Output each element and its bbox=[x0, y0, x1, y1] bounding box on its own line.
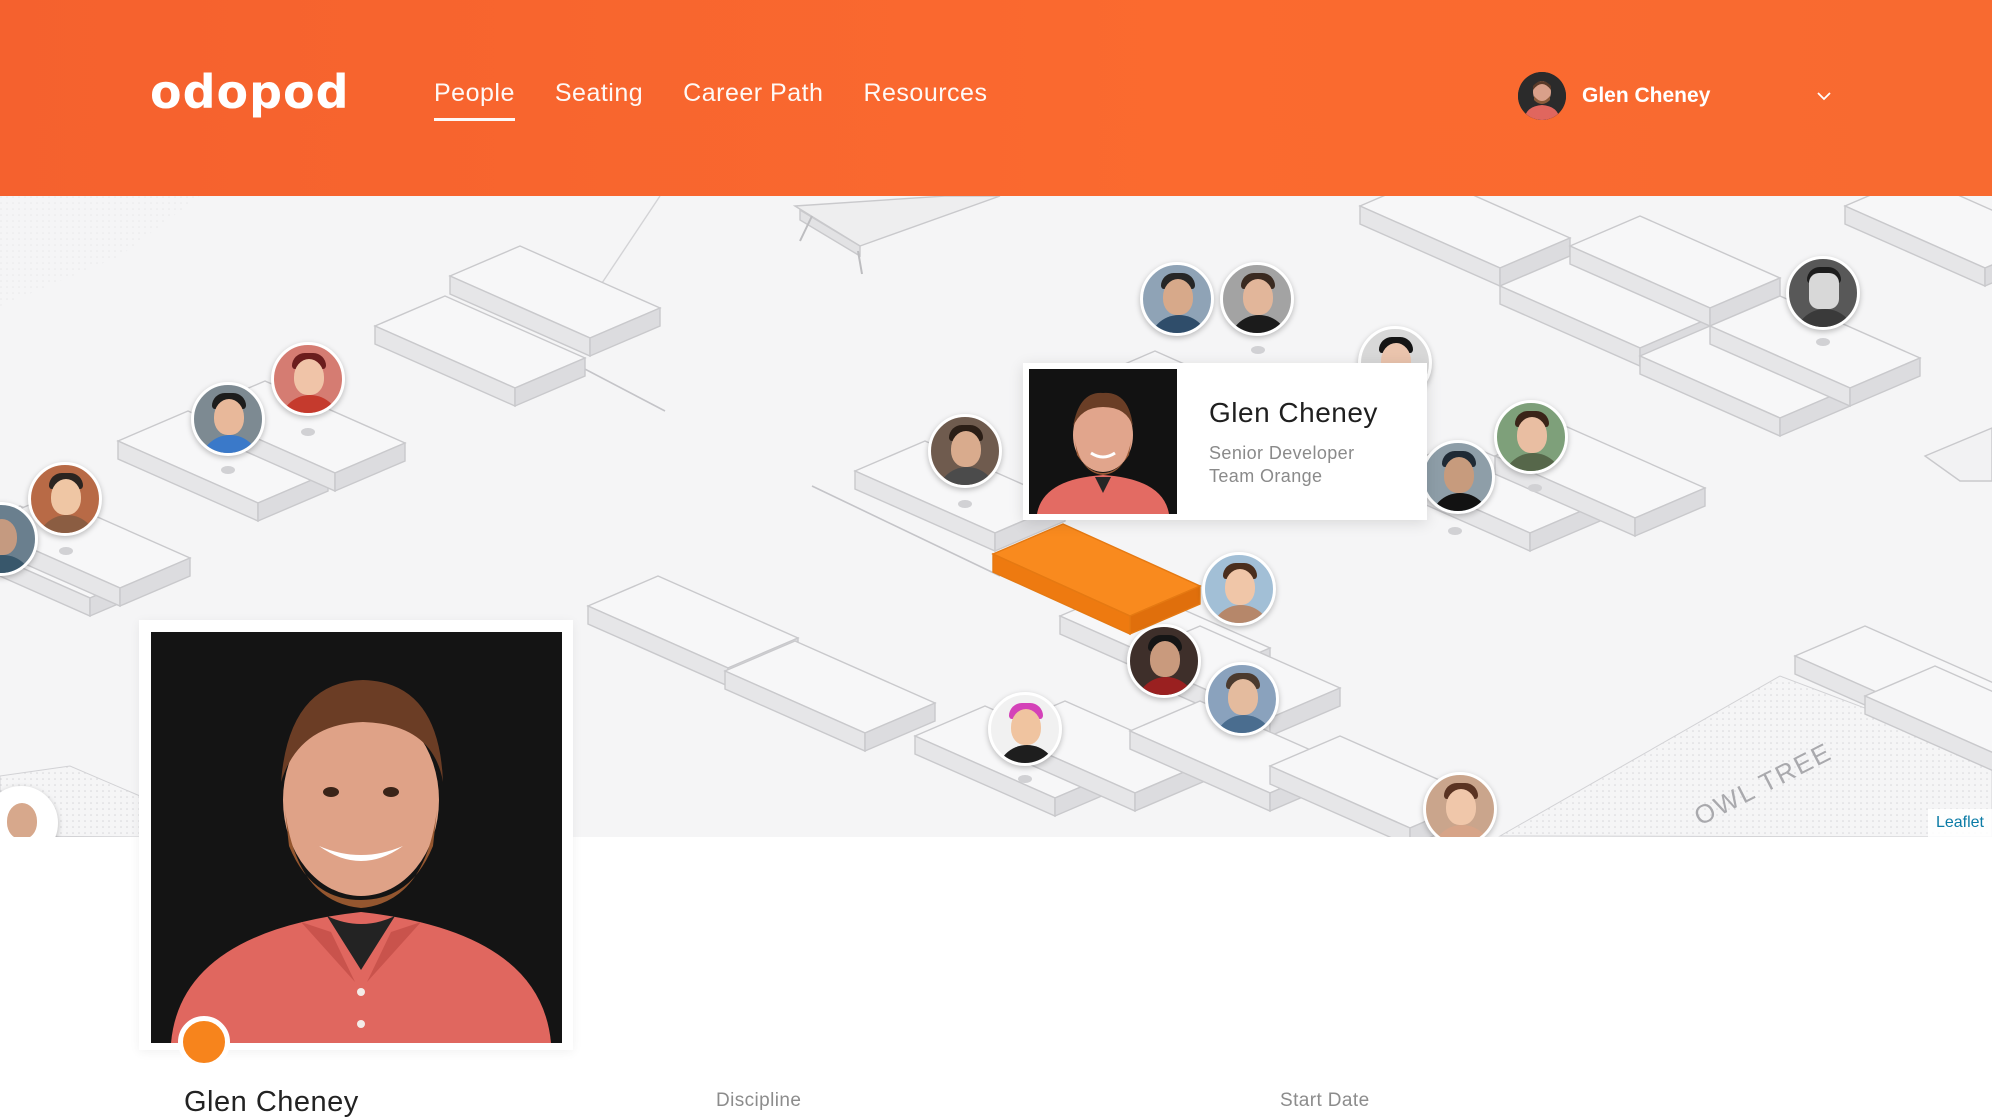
person-pin[interactable] bbox=[271, 342, 345, 416]
person-pin[interactable] bbox=[928, 414, 1002, 488]
nav-career-path[interactable]: Career Path bbox=[683, 76, 823, 121]
card-title: Senior Developer bbox=[1209, 443, 1355, 463]
person-pin[interactable] bbox=[191, 382, 265, 456]
profile-name: Glen Cheney bbox=[184, 1086, 359, 1118]
person-tooltip-card[interactable]: Glen Cheney Senior Developer Team Orange bbox=[1023, 363, 1427, 520]
person-pin[interactable] bbox=[1421, 440, 1495, 514]
person-pin[interactable] bbox=[1127, 624, 1201, 698]
nav-seating[interactable]: Seating bbox=[555, 76, 643, 121]
discipline-label: Discipline bbox=[716, 1090, 802, 1111]
person-pin[interactable] bbox=[1202, 552, 1276, 626]
top-header: odopod People Seating Career Path Resour… bbox=[0, 0, 1992, 196]
user-name: Glen Cheney bbox=[1582, 84, 1711, 107]
person-pin[interactable] bbox=[1220, 262, 1294, 336]
main-nav: People Seating Career Path Resources bbox=[434, 76, 987, 121]
profile-photo bbox=[151, 632, 562, 1043]
person-pin[interactable] bbox=[28, 462, 102, 536]
leaflet-attribution-link[interactable]: Leaflet bbox=[1927, 809, 1992, 837]
person-pin[interactable] bbox=[1423, 772, 1497, 837]
person-pin[interactable] bbox=[988, 692, 1062, 766]
app-logo[interactable]: odopod bbox=[150, 62, 350, 122]
card-team: Team Orange bbox=[1209, 466, 1323, 486]
chevron-down-icon[interactable] bbox=[1816, 88, 1832, 104]
card-name: Glen Cheney bbox=[1209, 397, 1378, 428]
user-avatar[interactable] bbox=[1518, 72, 1566, 120]
selected-desk[interactable] bbox=[991, 523, 1202, 636]
person-photo bbox=[1029, 369, 1177, 514]
nav-people[interactable]: People bbox=[434, 76, 515, 121]
person-pin[interactable] bbox=[1494, 400, 1568, 474]
start-date-label: Start Date bbox=[1280, 1090, 1370, 1111]
person-pin[interactable] bbox=[1786, 256, 1860, 330]
person-pin[interactable] bbox=[1140, 262, 1214, 336]
user-menu[interactable]: Glen Cheney bbox=[1518, 72, 1710, 120]
status-indicator bbox=[178, 1016, 230, 1068]
person-pin[interactable] bbox=[1205, 662, 1279, 736]
nav-resources[interactable]: Resources bbox=[863, 76, 987, 121]
